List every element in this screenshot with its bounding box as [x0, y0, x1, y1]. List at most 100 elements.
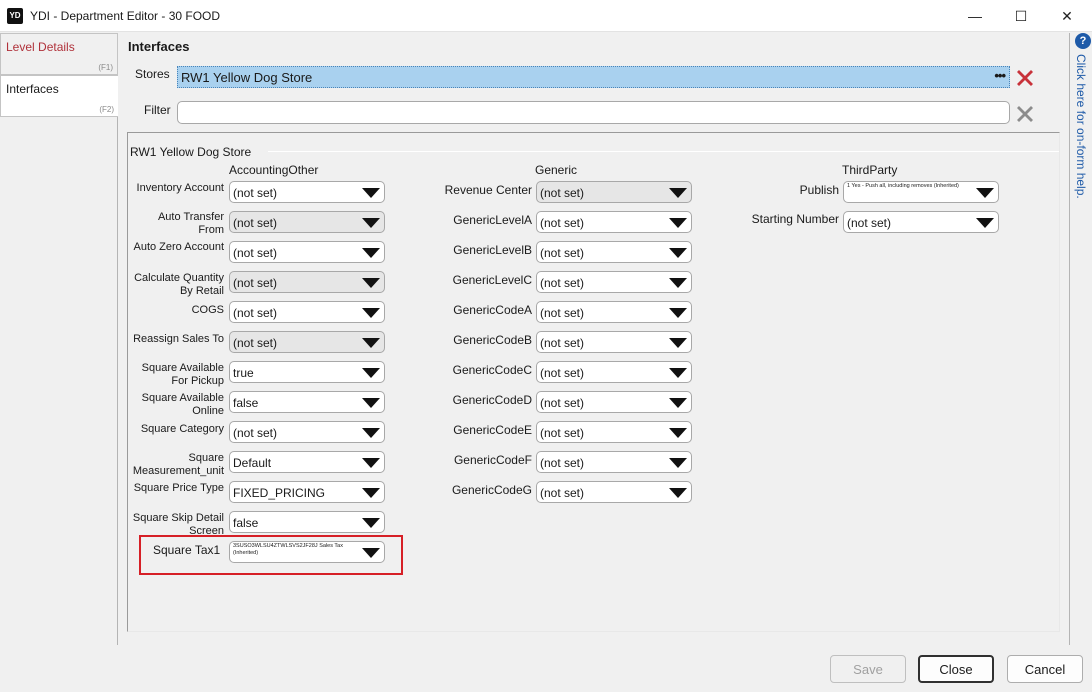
- square-online-dropdown[interactable]: false: [229, 391, 385, 413]
- auto-transfer-from-dropdown[interactable]: (not set): [229, 211, 385, 233]
- dropdown-value: (not set): [540, 336, 585, 350]
- revenue-center-dropdown[interactable]: (not set): [536, 181, 692, 203]
- field-label: Square Category: [140, 423, 224, 435]
- generic-code-g-dropdown[interactable]: (not set): [536, 481, 692, 503]
- square-tax1-dropdown[interactable]: 3SUSO3WLSU4ZTWLSVS2JF28J Sales Tax (Inhe…: [229, 541, 385, 563]
- cancel-button[interactable]: Cancel: [1007, 655, 1083, 683]
- chevron-down-icon: [669, 278, 687, 288]
- more-options-icon[interactable]: •••: [994, 68, 1006, 83]
- field-label: GenericLevelB: [453, 243, 532, 257]
- dropdown-value: 3SUSO3WLSU4ZTWLSVS2JF28J Sales Tax (Inhe…: [233, 543, 343, 556]
- field-label: Square Available For Pickup: [141, 362, 224, 387]
- tab-interfaces[interactable]: Interfaces (F2): [0, 75, 118, 117]
- maximize-button[interactable]: ☐: [998, 0, 1044, 32]
- generic-code-a-dropdown[interactable]: (not set): [536, 301, 692, 323]
- clear-stores-icon[interactable]: [1014, 67, 1036, 89]
- tab-level-details[interactable]: Level Details (F1): [0, 33, 118, 75]
- generic-code-c-dropdown[interactable]: (not set): [536, 361, 692, 383]
- chevron-down-icon: [362, 338, 380, 348]
- square-measurement-dropdown[interactable]: Default: [229, 451, 385, 473]
- field-label: Auto Zero Account: [133, 241, 225, 253]
- chevron-down-icon: [669, 188, 687, 198]
- chevron-down-icon: [362, 428, 380, 438]
- publish-dropdown[interactable]: 1 Yes - Push all, including removes (Inh…: [843, 181, 999, 203]
- help-link[interactable]: Click here for on-form help.: [1074, 54, 1088, 199]
- field-label: Square Price Type: [133, 482, 224, 494]
- tab-label: Level Details: [6, 40, 75, 54]
- field-label: Square Measurement_unit: [132, 452, 224, 477]
- filter-input[interactable]: [177, 101, 1010, 124]
- auto-zero-account-dropdown[interactable]: (not set): [229, 241, 385, 263]
- clear-filter-icon[interactable]: [1014, 103, 1036, 125]
- field-label: GenericCodeG: [451, 483, 532, 497]
- help-icon[interactable]: ?: [1075, 33, 1091, 49]
- dropdown-value: (not set): [540, 186, 585, 200]
- dropdown-value: (not set): [233, 216, 278, 230]
- dropdown-value: (not set): [540, 216, 585, 230]
- chevron-down-icon: [669, 488, 687, 498]
- square-pickup-dropdown[interactable]: true: [229, 361, 385, 383]
- inventory-account-dropdown[interactable]: (not set): [229, 181, 385, 203]
- section-title-accounting-other: AccountingOther: [229, 163, 319, 177]
- field-label: Revenue Center: [444, 183, 532, 197]
- chevron-down-icon: [362, 518, 380, 528]
- stores-selector[interactable]: RW1 Yellow Dog Store •••: [177, 66, 1010, 88]
- field-label: Starting Number: [751, 212, 839, 226]
- chevron-down-icon: [976, 188, 994, 198]
- dropdown-value: (not set): [540, 276, 585, 290]
- cogs-dropdown[interactable]: (not set): [229, 301, 385, 323]
- chevron-down-icon: [669, 308, 687, 318]
- dropdown-value: (not set): [847, 216, 892, 230]
- dropdown-value: (not set): [233, 186, 278, 200]
- generic-code-f-dropdown[interactable]: (not set): [536, 451, 692, 473]
- group-divider: [268, 151, 1059, 152]
- filter-label: Filter: [144, 103, 171, 117]
- chevron-down-icon: [669, 368, 687, 378]
- dropdown-value: (not set): [233, 306, 278, 320]
- field-label: Square Available Online: [141, 392, 224, 417]
- square-category-dropdown[interactable]: (not set): [229, 421, 385, 443]
- dropdown-value: (not set): [540, 486, 585, 500]
- generic-level-b-dropdown[interactable]: (not set): [536, 241, 692, 263]
- dropdown-value: (not set): [540, 456, 585, 470]
- minimize-button[interactable]: —: [952, 0, 998, 32]
- chevron-down-icon: [669, 338, 687, 348]
- dropdown-value: (not set): [233, 276, 278, 290]
- field-label: Inventory Account: [136, 182, 224, 194]
- chevron-down-icon: [362, 398, 380, 408]
- square-skip-detail-dropdown[interactable]: false: [229, 511, 385, 533]
- field-label: Auto Transfer From: [157, 211, 224, 236]
- stores-label: Stores: [135, 67, 170, 81]
- generic-level-c-dropdown[interactable]: (not set): [536, 271, 692, 293]
- reassign-sales-to-dropdown[interactable]: (not set): [229, 331, 385, 353]
- close-window-button[interactable]: ✕: [1044, 0, 1090, 32]
- chevron-down-icon: [362, 278, 380, 288]
- chevron-down-icon: [669, 248, 687, 258]
- save-button[interactable]: Save: [830, 655, 906, 683]
- chevron-down-icon: [362, 458, 380, 468]
- field-label: GenericCodeA: [453, 303, 532, 317]
- generic-code-b-dropdown[interactable]: (not set): [536, 331, 692, 353]
- tab-shortcut: (F1): [98, 63, 113, 72]
- chevron-down-icon: [362, 188, 380, 198]
- dropdown-value: 1 Yes - Push all, including removes (Inh…: [847, 183, 959, 189]
- group-title: RW1 Yellow Dog Store: [130, 145, 258, 159]
- field-label: GenericCodeE: [453, 423, 532, 437]
- chevron-down-icon: [976, 218, 994, 228]
- chevron-down-icon: [362, 218, 380, 228]
- generic-code-e-dropdown[interactable]: (not set): [536, 421, 692, 443]
- app-logo-icon: YD: [7, 8, 23, 24]
- generic-level-a-dropdown[interactable]: (not set): [536, 211, 692, 233]
- close-button[interactable]: Close: [918, 655, 994, 683]
- calculate-quantity-dropdown[interactable]: (not set): [229, 271, 385, 293]
- generic-code-d-dropdown[interactable]: (not set): [536, 391, 692, 413]
- dropdown-value: (not set): [540, 396, 585, 410]
- dropdown-value: (not set): [540, 306, 585, 320]
- dropdown-value: false: [233, 516, 259, 530]
- square-price-type-dropdown[interactable]: FIXED_PRICING: [229, 481, 385, 503]
- title-bar: YD YDI - Department Editor - 30 FOOD — ☐…: [0, 0, 1092, 32]
- dropdown-value: (not set): [233, 246, 278, 260]
- field-label: GenericCodeB: [453, 333, 532, 347]
- starting-number-dropdown[interactable]: (not set): [843, 211, 999, 233]
- chevron-down-icon: [362, 248, 380, 258]
